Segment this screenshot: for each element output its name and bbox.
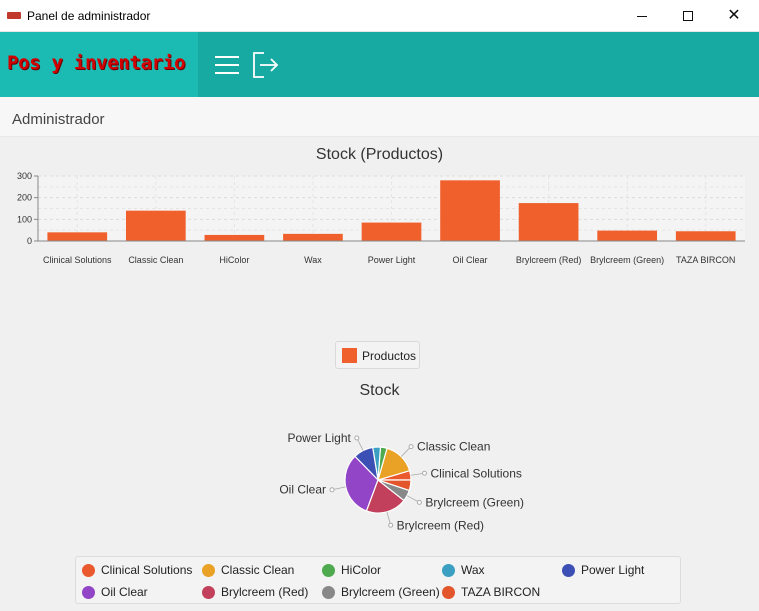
bar [597,230,658,241]
section-header: Administrador [0,97,759,137]
bar [518,203,579,241]
x-tick-label: TAZA BIRCON [676,255,735,265]
pie-label: Oil Clear [279,483,326,497]
x-tick-label: Brylcreem (Green) [590,255,664,265]
legend-swatch [82,563,95,577]
bar-chart-title: Stock (Productos) [315,146,444,163]
minimize-button[interactable] [619,0,665,32]
legend-swatch [442,585,455,599]
legend-swatch [82,585,95,599]
x-tick-label: Wax [304,255,322,265]
legend-label: Productos [362,349,417,363]
legend-label: Oil Clear [101,585,148,599]
pie-label: Brylcreem (Green) [425,495,524,509]
legend-label: Clinical Solutions [101,563,193,577]
x-tick-label: Classic Clean [128,255,183,265]
y-tick-label: 0 [27,236,32,246]
legend-item: Oil Clear [82,583,148,601]
close-icon: ✕ [727,7,741,24]
hamburger-icon-line [215,56,239,58]
hamburger-icon-line [215,72,239,74]
window-title: Panel de administrador [27,9,151,23]
bar [283,233,343,241]
title-bar: Panel de administrador ✕ [0,0,759,32]
brand-title: Pos y inventario [7,52,186,74]
pie-chart: Brylcreem (Red) Brylcreem (Green) Clinical… [279,431,524,532]
x-tick-label: Brylcreem (Red) [516,255,582,265]
close-button[interactable]: ✕ [711,0,757,32]
pie-leader-dot [354,435,360,441]
minimize-icon [637,15,647,17]
legend-item: Clinical Solutions [82,561,192,579]
pie-label: Brylcreem (Red) [397,518,484,532]
section-title: Administrador [12,111,105,128]
bar [361,222,422,241]
logout-icon [253,52,279,78]
x-tick-label: Oil Clear [453,255,488,265]
logout-button[interactable] [252,52,280,78]
bar [47,232,108,241]
legend-item: Brylcreem (Green) [322,583,440,601]
legend-label: TAZA BIRCON [461,585,541,599]
legend-swatch [322,585,335,599]
legend-swatch [342,348,357,363]
pie-label: Classic Clean [417,440,490,454]
app-window: Panel de administrador ✕ Pos y inventari… [0,0,759,611]
y-tick-label: 200 [17,193,32,203]
bar [204,234,265,241]
pie-leader-dot [416,499,422,505]
pie-leader-dot [408,444,414,450]
maximize-button[interactable] [665,0,711,32]
y-tick-label: 100 [17,214,32,224]
legend-label: Classic Clean [221,563,295,577]
legend-label: Power Light [581,563,645,577]
menu-button[interactable] [214,53,240,77]
legend-item: HiColor [322,561,381,579]
app-header: Pos y inventario [0,32,759,97]
bar [675,231,736,241]
y-tick-label: 300 [17,171,32,181]
legend-label: Brylcreem (Green) [341,585,440,599]
pie-label: Clinical Solutions [431,466,522,480]
legend-label: Wax [461,563,485,577]
brand-area: Pos y inventario [0,32,198,97]
pie-label: Power Light [287,431,351,445]
pie-leader-dot [422,470,428,476]
x-tick-label: HiColor [219,255,249,265]
pie-leader-dot [388,522,394,528]
pie-chart-title: Stock [359,382,400,399]
bar [440,180,500,241]
app-icon [7,12,21,19]
x-tick-label: Power Light [368,255,416,265]
legend-item: Brylcreem (Red) [202,583,308,601]
legend-label: HiColor [341,563,382,577]
legend-swatch [322,563,335,577]
pie-leader-dot [329,487,335,493]
hamburger-icon-line [215,64,239,66]
pie-chart-legend: Clinical Solutions Classic Clean HiColor Wa… [75,556,681,604]
bar-chart-legend: Productos [335,341,420,369]
legend-item: Wax [442,561,485,579]
legend-swatch [202,585,215,599]
x-tick-label: Clinical Solutions [43,255,112,265]
legend-swatch [562,563,575,577]
legend-swatch [202,563,215,577]
legend-item: Classic Clean [202,561,294,579]
legend-item: Power Light [562,561,644,579]
legend-label: Brylcreem (Red) [221,585,309,599]
legend-swatch [442,563,455,577]
maximize-icon [683,11,693,21]
bar-chart: 0 100 200 300 Clinical Solutions Classic Clea… [17,171,745,265]
legend-item: TAZA BIRCON [442,583,540,601]
bar [125,210,186,241]
